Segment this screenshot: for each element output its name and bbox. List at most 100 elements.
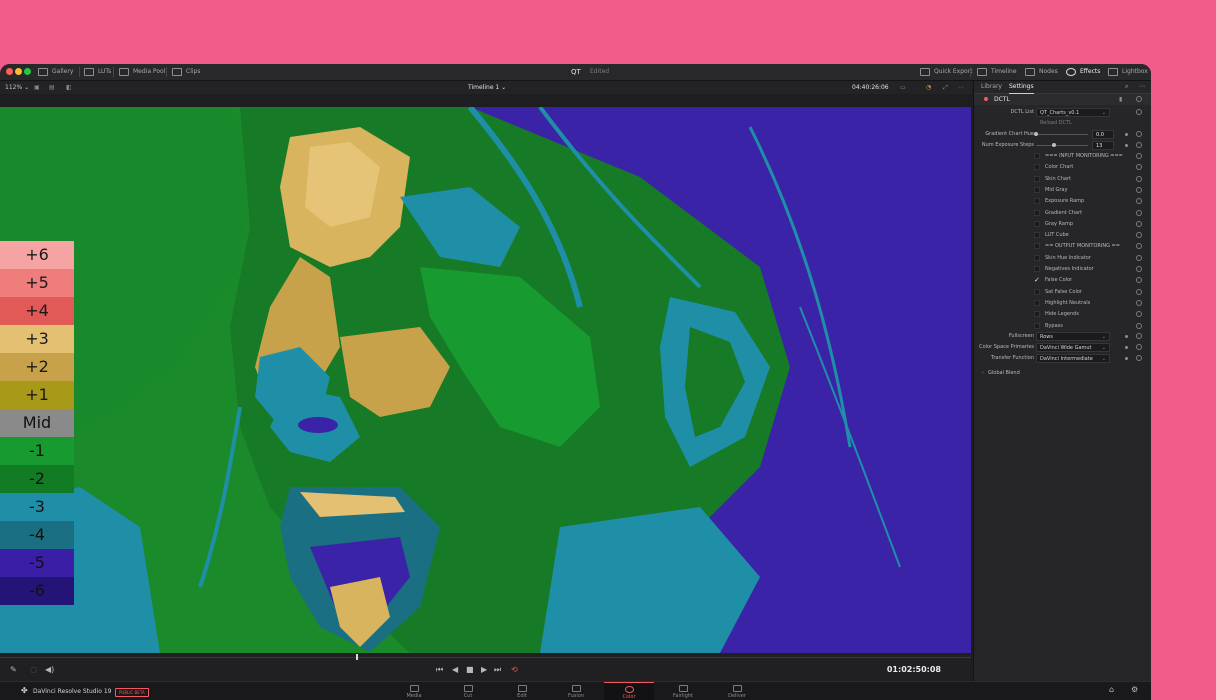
keyframe-icon[interactable] (1125, 346, 1128, 349)
play-icon[interactable]: ▶ (481, 664, 487, 676)
exposure-steps-value[interactable]: 13 (1092, 141, 1114, 150)
gallery-button[interactable]: Gallery (38, 64, 73, 80)
loop-playback-icon[interactable]: ⟲ (511, 664, 518, 676)
keyframe-icon[interactable] (1125, 357, 1128, 360)
nodes-panel-button[interactable]: Nodes (1025, 64, 1058, 80)
gradient-hue-knob[interactable] (1034, 132, 1038, 136)
reset-icon[interactable] (1136, 243, 1142, 250)
quick-export-button[interactable]: Quick Export (920, 64, 973, 80)
go-to-start-icon[interactable]: ⏮ (436, 664, 443, 676)
page-fairlight[interactable]: Fairlight (658, 682, 708, 700)
checkbox[interactable] (1034, 175, 1040, 182)
reset-icon[interactable] (1136, 209, 1142, 216)
reset-icon[interactable] (1136, 299, 1142, 306)
checkbox[interactable] (1034, 266, 1040, 272)
exposure-steps-slider[interactable] (1036, 145, 1088, 146)
highlight-icon[interactable]: ◔ (926, 81, 931, 94)
search-icon[interactable]: ⌕ (1125, 81, 1128, 93)
luts-button[interactable]: LUTs (84, 64, 111, 80)
transfer-function-select[interactable]: DaVinci Intermediate ⌄ (1036, 354, 1110, 363)
keyframe-icon[interactable] (1125, 144, 1128, 147)
checkbox[interactable]: ✓ (1034, 277, 1040, 284)
home-icon[interactable]: ⌂ (1109, 685, 1114, 694)
close-window-button[interactable] (6, 68, 13, 75)
clips-button[interactable]: Clips (172, 64, 200, 80)
zoom-dropdown[interactable]: 112% ⌄ (5, 81, 29, 94)
maximize-window-button[interactable] (24, 68, 31, 75)
checkbox[interactable] (1034, 198, 1040, 205)
viewer-options-icon[interactable]: ▭ (900, 81, 906, 94)
page-deliver[interactable]: Deliver (712, 682, 762, 700)
global-blend-row[interactable]: › Global Blend (974, 368, 1151, 379)
reset-icon[interactable] (1136, 311, 1142, 318)
effects-panel-button[interactable]: Effects (1066, 64, 1100, 80)
tab-library[interactable]: Library (981, 81, 1002, 93)
page-cut[interactable]: Cut (443, 682, 493, 700)
page-fusion[interactable]: Fusion (551, 682, 601, 700)
reset-icon[interactable] (1136, 153, 1142, 159)
reset-icon[interactable] (1136, 355, 1142, 361)
reset-icon[interactable] (1136, 164, 1142, 171)
reset-icon[interactable] (1136, 277, 1142, 284)
fullscreen-icon[interactable]: ⤢ (943, 81, 948, 94)
lightbox-button[interactable]: Lightbox (1108, 64, 1148, 80)
timeline-panel-button[interactable]: Timeline (977, 64, 1017, 80)
page-edit[interactable]: Edit (497, 682, 547, 700)
keyframe-icon[interactable] (1125, 335, 1128, 338)
color-picker-icon[interactable]: ✎ (10, 664, 17, 676)
checkbox[interactable] (1034, 209, 1040, 216)
loop-icon[interactable]: ◌ (30, 664, 37, 676)
wipe-icon[interactable]: ◧ (66, 81, 72, 94)
reload-dctl-button[interactable]: Reload DCTL (1040, 118, 1072, 129)
effect-enabled-icon[interactable] (984, 97, 988, 101)
audio-icon[interactable]: ◀) (45, 664, 54, 676)
more-options-icon[interactable]: ⋯ (958, 81, 964, 94)
checkbox[interactable] (1034, 243, 1040, 250)
reset-icon[interactable] (1136, 322, 1142, 329)
page-color[interactable]: Color (604, 682, 654, 700)
minimize-window-button[interactable] (15, 68, 22, 75)
reset-icon[interactable] (1136, 220, 1142, 227)
reset-icon[interactable] (1136, 288, 1142, 295)
checkbox[interactable] (1034, 164, 1040, 171)
checkbox[interactable] (1034, 311, 1040, 318)
fullscreen-select[interactable]: Rows ⌄ (1036, 332, 1110, 341)
checkbox[interactable] (1034, 153, 1040, 159)
reset-icon[interactable] (1136, 175, 1142, 182)
reset-icon[interactable] (1136, 198, 1142, 205)
checkbox[interactable] (1034, 186, 1040, 193)
checkbox[interactable] (1034, 254, 1040, 261)
gear-icon[interactable]: ⚙ (1131, 685, 1138, 694)
reset-icon[interactable] (1136, 186, 1142, 193)
keyframe-icon[interactable] (1125, 133, 1128, 136)
reset-icon[interactable] (1136, 344, 1142, 350)
video-viewer[interactable]: +6 +5 +4 +3 +2 +1 Mid -1 -2 -3 -4 -5 -6 (0, 107, 971, 653)
reset-icon[interactable] (1136, 232, 1142, 239)
checkbox[interactable] (1034, 288, 1040, 295)
checkbox[interactable] (1034, 232, 1040, 239)
scrub-bar[interactable] (0, 657, 971, 658)
playhead[interactable] (356, 654, 358, 660)
gradient-hue-value[interactable]: 0.0 (1092, 130, 1114, 139)
reset-icon[interactable] (1136, 266, 1142, 272)
exposure-steps-knob[interactable] (1052, 143, 1057, 147)
checkbox[interactable] (1034, 220, 1040, 227)
stop-icon[interactable]: ■ (466, 664, 474, 676)
reset-icon[interactable] (1136, 109, 1142, 115)
page-media[interactable]: Media (389, 682, 439, 700)
go-to-end-icon[interactable]: ⏭ (494, 664, 501, 676)
gradient-hue-slider[interactable] (1036, 134, 1088, 135)
reset-icon[interactable] (1136, 131, 1142, 137)
reset-icon[interactable] (1136, 333, 1142, 339)
reset-icon[interactable] (1136, 254, 1142, 261)
checkbox[interactable] (1034, 299, 1040, 306)
split-screen-icon[interactable]: ▤ (49, 81, 55, 94)
color-space-select[interactable]: DaVinci Wide Gamut ⌄ (1036, 343, 1110, 352)
effect-reset-icon[interactable] (1136, 96, 1142, 102)
more-icon[interactable]: ⋯ (1139, 81, 1145, 93)
delete-effect-icon[interactable]: ▮ (1119, 94, 1122, 105)
dctl-list-select[interactable]: QT_Charts_v0.1 ⌄ (1036, 108, 1110, 117)
media-pool-button[interactable]: Media Pool (119, 64, 165, 80)
checkbox[interactable] (1034, 322, 1040, 329)
viewer-mode-icon[interactable]: ▣ (34, 81, 40, 94)
